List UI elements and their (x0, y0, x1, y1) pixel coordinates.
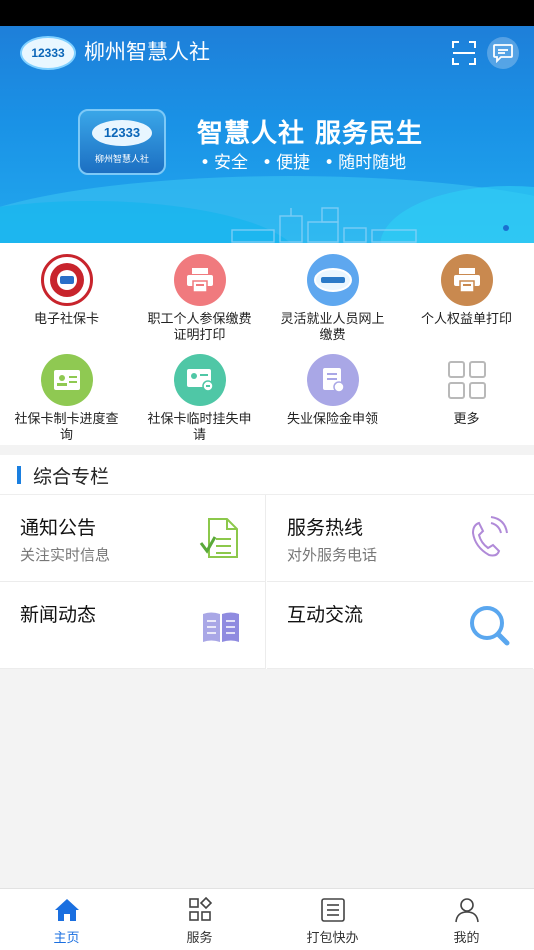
book-icon (203, 612, 239, 642)
feature-item: 随时随地 (324, 148, 406, 173)
12333-logo-icon (306, 254, 359, 306)
card-title: 通知公告 (20, 517, 97, 539)
section-accent-bar (17, 466, 21, 484)
carousel-indicator[interactable] (503, 225, 509, 231)
section-title: 综合专栏 (33, 466, 110, 488)
app-title: 柳州智慧人社 (84, 40, 210, 64)
card-subtitle: 对外服务电话 (287, 546, 378, 564)
service-label: 电子社保卡 (33, 312, 99, 327)
service-label: 社保卡临时挂失申请 (147, 412, 252, 443)
service-label: 社保卡制卡进度查询 (14, 412, 119, 443)
id-card-icon (40, 354, 93, 406)
section-header: 综合专栏 (0, 455, 534, 495)
scan-icon[interactable] (450, 39, 478, 67)
service-card-progress[interactable]: 社保卡制卡进度查询 (0, 354, 133, 444)
banner-logo-number: 12333 (92, 119, 152, 146)
grid-more-icon (441, 354, 493, 406)
banner-logo: 12333 柳州智慧人社 (78, 109, 166, 175)
tab-profile[interactable]: 我的 (400, 889, 533, 950)
tab-label: 主页 (53, 931, 80, 946)
banner-logo-name: 柳州智慧人社 (94, 154, 149, 165)
feature-item: 便捷 (262, 148, 310, 173)
home-icon (54, 899, 79, 921)
bottom-tab-bar: 主页 服务 打包快办 我的 (0, 888, 534, 950)
service-grid: 电子社保卡 职工个人参保缴费证明打印 灵活就业人员网上缴费 个人权益单打印 社保… (0, 243, 534, 445)
status-bar (0, 0, 534, 26)
user-icon (454, 898, 479, 923)
tab-label: 我的 (453, 931, 480, 946)
id-card-lock-icon (173, 354, 226, 406)
service-label: 职工个人参保缴费证明打印 (147, 312, 252, 343)
service-label: 失业保险金申领 (286, 412, 378, 427)
document-check-icon (199, 518, 238, 558)
card-notice[interactable]: 通知公告 关注实时信息 (0, 495, 266, 582)
document-edit-icon (306, 354, 359, 406)
banner-features: 安全 便捷 随时随地 (200, 148, 406, 173)
service-more[interactable]: 更多 (400, 354, 533, 428)
card-title: 互动交流 (287, 604, 364, 626)
service-electronic-card[interactable]: 电子社保卡 (0, 254, 133, 328)
list-icon (320, 898, 345, 922)
feature-item: 安全 (200, 148, 248, 173)
search-icon (470, 606, 510, 646)
service-label: 灵活就业人员网上缴费 (280, 312, 385, 343)
service-label: 更多 (453, 412, 480, 427)
phone-icon (471, 516, 508, 557)
service-unemployment-claim[interactable]: 失业保险金申领 (266, 354, 399, 428)
banner-slogan: 智慧人社 服务民生 (197, 119, 424, 149)
card-interaction[interactable]: 互动交流 (267, 582, 533, 669)
card-subtitle: 关注实时信息 (20, 546, 111, 564)
tab-services[interactable]: 服务 (133, 889, 266, 950)
tab-home[interactable]: 主页 (0, 889, 133, 950)
card-title: 服务热线 (287, 517, 364, 539)
tab-package[interactable]: 打包快办 (266, 889, 399, 950)
card-hotline[interactable]: 服务热线 对外服务电话 (267, 495, 533, 582)
card-news[interactable]: 新闻动态 (0, 582, 266, 669)
app-logo: 12333 (20, 36, 76, 70)
message-icon[interactable] (487, 37, 519, 69)
top-banner: 12333 柳州智慧人社 12333 柳州智慧人社 智慧人社 服务民生 安全 便… (0, 26, 534, 243)
printer-icon (440, 254, 493, 306)
service-flexible-employment[interactable]: 灵活就业人员网上缴费 (266, 254, 399, 344)
printer-icon (173, 254, 226, 306)
service-rights-print[interactable]: 个人权益单打印 (400, 254, 533, 328)
apps-icon (188, 897, 212, 921)
tab-label: 服务 (186, 931, 213, 946)
city-skyline-decoration (231, 207, 417, 243)
feature-cards: 通知公告 关注实时信息 服务热线 对外服务电话 新闻动态 互动交流 (0, 495, 534, 669)
social-security-card-icon (40, 254, 93, 306)
service-payment-proof[interactable]: 职工个人参保缴费证明打印 (133, 254, 266, 344)
service-label: 个人权益单打印 (420, 312, 512, 327)
service-card-loss-report[interactable]: 社保卡临时挂失申请 (133, 354, 266, 444)
tab-label: 打包快办 (306, 931, 359, 946)
card-title: 新闻动态 (20, 604, 97, 626)
